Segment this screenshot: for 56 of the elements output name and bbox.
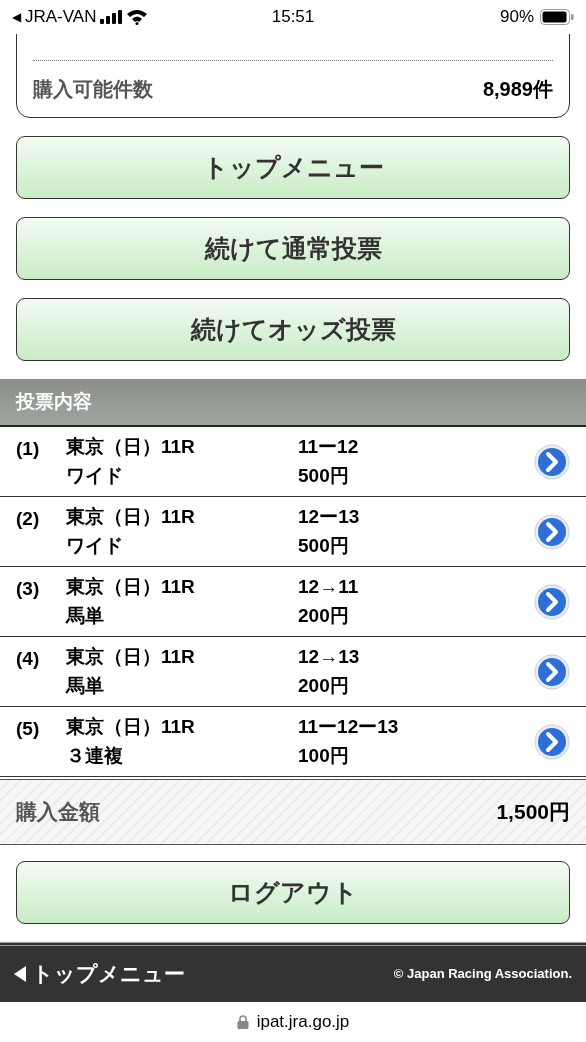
bet-combination: 12→11	[298, 575, 360, 599]
summary-label: 購入可能件数	[33, 77, 153, 102]
bet-row[interactable]: (4) 東京（日）11R 馬単 12→13 200円	[0, 637, 586, 707]
bet-type: 馬単	[66, 603, 105, 628]
bet-combination: 12→13	[298, 645, 361, 669]
wifi-icon	[126, 9, 149, 25]
bet-amount: 500円	[298, 533, 350, 558]
bet-amount: 200円	[298, 673, 350, 698]
bet-combination: 12ー13	[298, 505, 361, 529]
race-name: 東京（日）11R	[66, 645, 196, 669]
signal-icon	[100, 10, 123, 24]
bet-type: 馬単	[66, 673, 105, 698]
race-name: 東京（日）11R	[66, 435, 196, 459]
summary-value: 8,989件	[482, 77, 553, 102]
total-value: 1,500円	[496, 799, 570, 826]
bet-index: (1)	[16, 437, 41, 461]
section-header: 投票内容	[0, 379, 586, 427]
chevron-right-icon[interactable]	[534, 653, 570, 690]
lock-icon	[236, 1015, 249, 1029]
menu-button[interactable]: トップメニュー	[16, 136, 570, 199]
chevron-right-icon[interactable]	[534, 513, 570, 550]
chevron-right-icon[interactable]	[534, 583, 570, 620]
top-menu-link[interactable]: トップメニュー	[14, 958, 185, 990]
race-name: 東京（日）11R	[66, 505, 196, 529]
bet-combination: 11ー12ー13	[298, 715, 400, 739]
bet-index: (3)	[16, 577, 41, 601]
bet-index: (2)	[16, 507, 41, 531]
bet-type: ３連複	[66, 743, 124, 768]
carrier-name: JRA-VAN	[25, 6, 97, 29]
battery-icon	[540, 9, 574, 25]
bet-index: (5)	[16, 717, 41, 741]
bet-amount: 100円	[298, 743, 350, 768]
bet-combination: 11ー12	[298, 435, 360, 459]
bet-row[interactable]: (1) 東京（日）11R ワイド 11ー12 500円	[0, 427, 586, 497]
battery-percent: 90%	[499, 6, 534, 29]
back-triangle-icon	[14, 966, 26, 982]
chevron-right-icon[interactable]	[534, 723, 570, 760]
menu-button[interactable]: 続けてオッズ投票	[16, 298, 570, 361]
bet-row[interactable]: (3) 東京（日）11R 馬単 12→11 200円	[0, 567, 586, 637]
bet-amount: 200円	[298, 603, 350, 628]
clock-time: 15:51	[270, 6, 316, 29]
chevron-right-icon[interactable]	[534, 443, 570, 480]
copyright-text: © Japan Racing Association.	[393, 965, 572, 984]
back-arrow[interactable]: ◀	[12, 8, 21, 26]
race-name: 東京（日）11R	[66, 715, 196, 739]
url-text: ipat.jra.go.jp	[256, 1011, 350, 1034]
bet-amount: 500円	[298, 463, 350, 488]
bet-type: ワイド	[66, 533, 124, 558]
race-name: 東京（日）11R	[66, 575, 196, 599]
logout-button[interactable]: ログアウト	[16, 861, 570, 924]
bet-type: ワイド	[66, 463, 124, 488]
menu-button[interactable]: 続けて通常投票	[16, 217, 570, 280]
bet-index: (4)	[16, 647, 41, 671]
total-label: 購入金額	[16, 799, 100, 826]
bet-row[interactable]: (5) 東京（日）11R ３連複 11ー12ー13 100円	[0, 707, 586, 777]
bet-row[interactable]: (2) 東京（日）11R ワイド 12ー13 500円	[0, 497, 586, 567]
